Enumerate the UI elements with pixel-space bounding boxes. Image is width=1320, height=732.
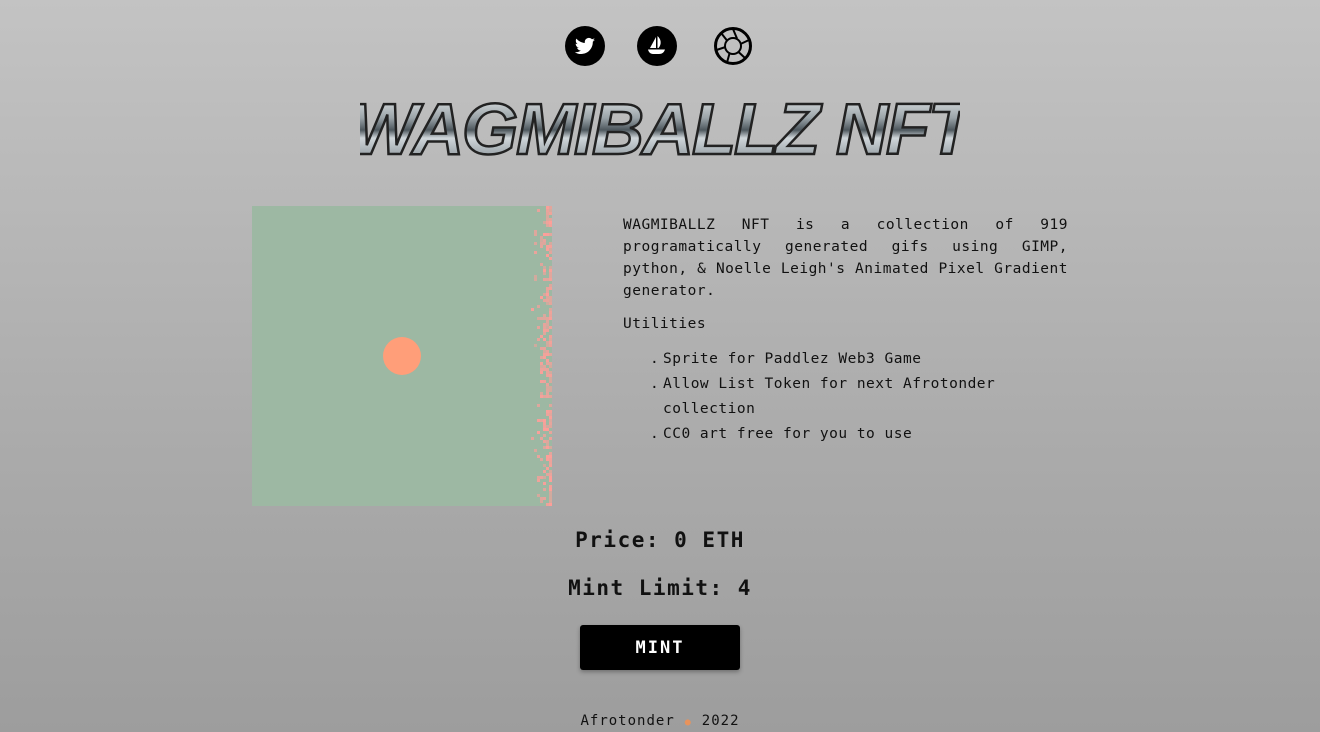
mint-limit-label: Mint Limit: 4 (568, 576, 752, 600)
footer-author: Afrotonder (580, 713, 675, 729)
opensea-icon[interactable] (637, 26, 677, 66)
wagmiballz-logo: WAGMIBALLZ NFT (360, 89, 960, 168)
utilities-list: Sprite for Paddlez Web3 Game Allow List … (623, 347, 1068, 447)
utility-item: Allow List Token for next Afrotonder col… (650, 372, 1068, 422)
footer-year: 2022 (701, 713, 740, 729)
description-intro: WAGMIBALLZ NFT is a collection of 919 pr… (623, 217, 1068, 299)
footer: Afrotonder ● 2022 (0, 713, 1320, 729)
price-label: Price: 0 ETH (575, 528, 745, 552)
twitter-icon[interactable] (565, 26, 605, 66)
utilities-heading: Utilities (623, 316, 707, 332)
utility-item: Sprite for Paddlez Web3 Game (650, 347, 1068, 372)
mint-button[interactable]: MINT (580, 625, 740, 670)
nft-artwork-image (252, 206, 552, 506)
logo-text: WAGMIBALLZ NFT (360, 90, 960, 168)
social-links (565, 26, 753, 66)
footer-separator: ● (684, 717, 692, 728)
collection-description: WAGMIBALLZ NFT is a collection of 919 pr… (623, 214, 1068, 447)
utility-item: CC0 art free for you to use (650, 422, 1068, 447)
camera-aperture-icon[interactable] (713, 26, 753, 66)
